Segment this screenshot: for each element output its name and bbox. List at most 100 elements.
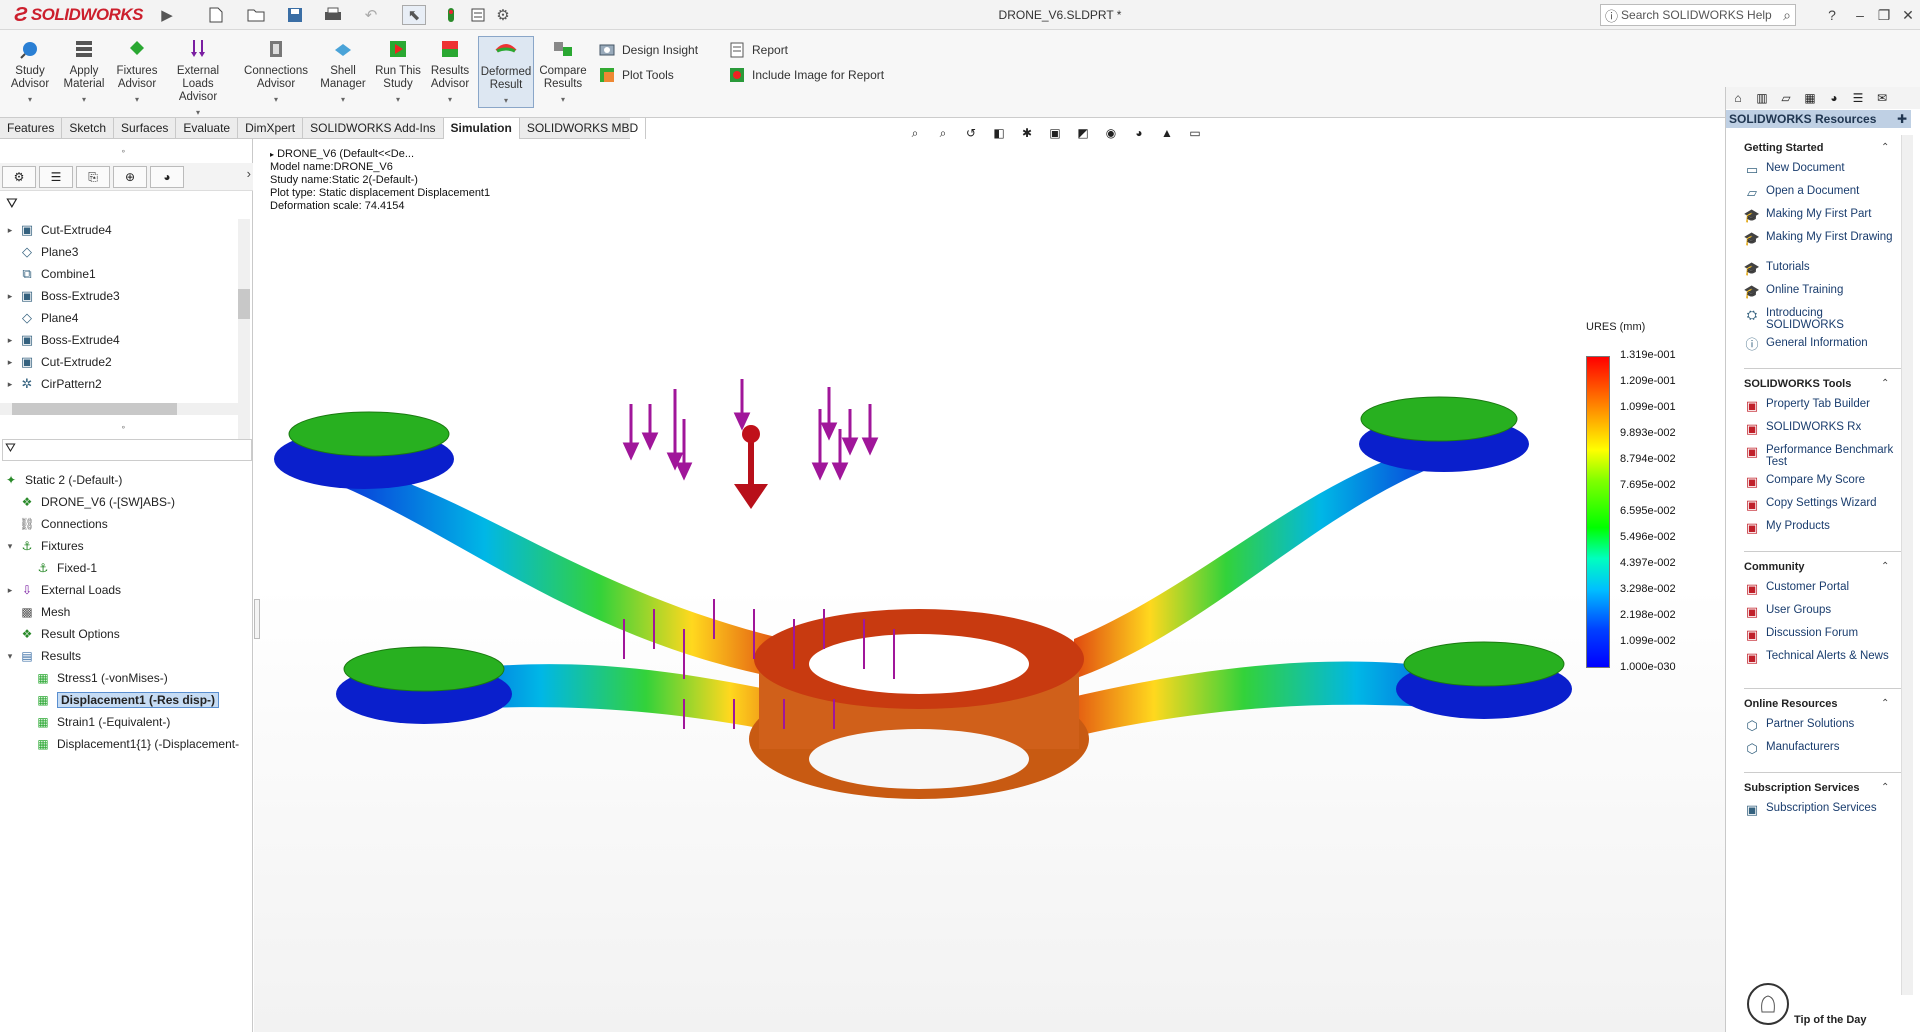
expand-icon[interactable]: ▾	[4, 541, 16, 552]
feature-manager-tab-icon[interactable]: ⚙	[2, 166, 36, 188]
dropdown-caret-icon[interactable]: ▾	[135, 93, 139, 106]
dropdown-caret-icon[interactable]: ▾	[504, 94, 508, 107]
filter-icon[interactable]: ⛛	[6, 195, 18, 212]
tab-solidworks-add-ins[interactable]: SOLIDWORKS Add-Ins	[303, 118, 444, 139]
sim-tree-item[interactable]: ▾ ▤ Results	[4, 645, 81, 667]
rebuild-icon[interactable]	[443, 5, 459, 25]
feature-tree-item[interactable]: ▸ ▣ Cut-Extrude2	[4, 351, 112, 373]
resource-link[interactable]: ▭ New Document	[1744, 162, 1904, 178]
configuration-manager-tab-icon[interactable]: ⎘	[76, 166, 110, 188]
solidworks-logo[interactable]: Ƨ SOLIDWORKS	[14, 4, 143, 26]
save-icon[interactable]	[282, 5, 308, 25]
study-advisor-button[interactable]: Study Advisor ▾	[8, 36, 52, 106]
dropdown-caret-icon[interactable]: ▾	[396, 93, 400, 106]
menu-expand-icon[interactable]: ▶	[160, 5, 174, 25]
tab-simulation[interactable]: Simulation	[443, 118, 520, 139]
deformed-result-button[interactable]: Deformed Result ▾	[478, 36, 534, 108]
expand-icon[interactable]: ▾	[4, 651, 16, 662]
resources-section-title[interactable]: Online Resources	[1744, 698, 1838, 710]
collapse-icon[interactable]: ⌃	[1881, 782, 1889, 793]
resource-link[interactable]: 🎓 Online Training	[1744, 284, 1904, 300]
collapse-icon[interactable]: ⌃	[1881, 698, 1889, 709]
run-this-study-button[interactable]: Run This Study ▾	[372, 36, 424, 106]
dropdown-caret-icon[interactable]: ▾	[28, 93, 32, 106]
section-view-icon[interactable]: ◧	[989, 124, 1009, 142]
expand-icon[interactable]: ▸	[4, 291, 16, 302]
collapse-icon[interactable]: ⌃	[1881, 378, 1889, 389]
resource-link[interactable]: ▣ SOLIDWORKS Rx	[1744, 421, 1904, 437]
resources-section-title[interactable]: Subscription Services	[1744, 782, 1860, 794]
sim-tree-item[interactable]: ▩ Mesh	[4, 601, 70, 623]
simulation-filter-input[interactable]: ⛛	[2, 439, 252, 461]
resource-link[interactable]: ▣ Performance Benchmark Test	[1744, 444, 1904, 468]
dropdown-caret-icon[interactable]: ▾	[274, 93, 278, 106]
property-manager-tab-icon[interactable]: ☰	[39, 166, 73, 188]
sim-tree-item[interactable]: ▦ Stress1 (-vonMises-)	[20, 667, 167, 689]
compare-results-button[interactable]: Compare Results ▾	[538, 36, 588, 106]
display-manager-tab-icon[interactable]: ◕	[150, 166, 184, 188]
tab-features[interactable]: Features	[0, 118, 63, 139]
resource-link[interactable]: ▣ Compare My Score	[1744, 474, 1904, 490]
resource-link[interactable]: ▣ Property Tab Builder	[1744, 398, 1904, 414]
resources-section-title[interactable]: Getting Started	[1744, 142, 1823, 154]
splitter-dot[interactable]: ⚬	[120, 423, 127, 432]
feature-tree-item[interactable]: ▸ ▣ Cut-Extrude4	[4, 219, 112, 241]
resource-link[interactable]: ▣ Copy Settings Wizard	[1744, 497, 1904, 513]
resource-link[interactable]: ▣ Customer Portal	[1744, 581, 1904, 597]
plot-tools-button[interactable]: Plot Tools▾	[598, 65, 739, 85]
feature-tree-item[interactable]: ▸ ✲ CirPattern2	[4, 373, 102, 395]
options-gear-icon[interactable]: ⚙	[492, 5, 514, 25]
edit-appearance-icon[interactable]: ◕	[1129, 124, 1149, 142]
tip-of-the-day[interactable]: Tip of the Day	[1746, 982, 1867, 1026]
expand-icon[interactable]: ▸	[4, 379, 16, 390]
resource-link[interactable]: 🎓 Making My First Part	[1744, 208, 1904, 224]
resources-section-title[interactable]: Community	[1744, 561, 1805, 573]
search-icon[interactable]: ⌕	[1783, 7, 1791, 24]
select-arrow-icon[interactable]: ⬉	[402, 5, 426, 25]
sim-tree-item[interactable]: ⚓ Fixed-1	[20, 557, 97, 579]
tab-solidworks-mbd[interactable]: SOLIDWORKS MBD	[520, 118, 647, 139]
dropdown-caret-icon[interactable]: ▾	[82, 93, 86, 106]
apply-material-button[interactable]: Apply Material ▾	[62, 36, 106, 106]
sim-tree-item[interactable]: ❖ Result Options	[4, 623, 120, 645]
dimxpert-manager-tab-icon[interactable]: ⊕	[113, 166, 147, 188]
sim-tree-item[interactable]: ▸ ⇩ External Loads	[4, 579, 121, 601]
new-document-icon[interactable]	[205, 5, 227, 25]
tab-surfaces[interactable]: Surfaces	[114, 118, 177, 139]
forum-icon[interactable]: ✉	[1872, 89, 1892, 107]
dropdown-caret-icon[interactable]: ▾	[341, 93, 345, 106]
pane-collapse-handle[interactable]	[254, 599, 260, 639]
undo-icon[interactable]: ↶	[358, 5, 384, 25]
pin-icon[interactable]: ✚	[1897, 110, 1907, 128]
splitter-dot[interactable]: ⚬	[120, 147, 127, 156]
fixtures-advisor-button[interactable]: Fixtures Advisor ▾	[112, 36, 162, 106]
dropdown-caret-icon[interactable]: ▾	[561, 93, 565, 106]
collapse-icon[interactable]: ⌃	[1881, 142, 1889, 153]
help-question-icon[interactable]: ?	[1820, 4, 1844, 26]
view-palette-icon[interactable]: ▦	[1800, 89, 1820, 107]
appearances-icon[interactable]: ◕	[1824, 89, 1844, 107]
close-button[interactable]: ✕	[1896, 4, 1920, 26]
resource-link[interactable]: 🎓 Making My First Drawing	[1744, 231, 1904, 247]
graphics-viewport[interactable]	[254, 139, 1725, 1032]
expand-icon[interactable]: ▸	[4, 225, 16, 236]
results-advisor-button[interactable]: Results Advisor ▾	[428, 36, 472, 106]
resource-link[interactable]: 🎓 Tutorials	[1744, 261, 1904, 277]
file-explorer-icon[interactable]: ▱	[1776, 89, 1796, 107]
previous-view-icon[interactable]: ↺	[961, 124, 981, 142]
shell-manager-button[interactable]: Shell Manager ▾	[318, 36, 368, 106]
zoom-to-area-icon[interactable]: ⌕	[933, 124, 953, 142]
feature-tree-item[interactable]: ◇ Plane4	[4, 307, 78, 329]
zoom-to-fit-icon[interactable]: ⌕	[905, 124, 925, 142]
expand-icon[interactable]: ▸	[4, 585, 16, 596]
feature-tree-item[interactable]: ▸ ▣ Boss-Extrude3	[4, 285, 120, 307]
include-image-button[interactable]: Include Image for Report	[728, 65, 884, 85]
task-pane-scrollbar[interactable]	[1901, 135, 1913, 995]
resource-link[interactable]: ⬡ Partner Solutions	[1744, 718, 1904, 734]
display-style-icon[interactable]: ◩	[1073, 124, 1093, 142]
restore-button[interactable]: ❐	[1872, 4, 1896, 26]
report-button[interactable]: Report	[728, 40, 788, 60]
sim-tree-item[interactable]: ▦ Displacement1 (-Res disp-)	[20, 689, 220, 711]
tab-dimxpert[interactable]: DimXpert	[238, 118, 304, 139]
design-library-icon[interactable]: ▥	[1752, 89, 1772, 107]
